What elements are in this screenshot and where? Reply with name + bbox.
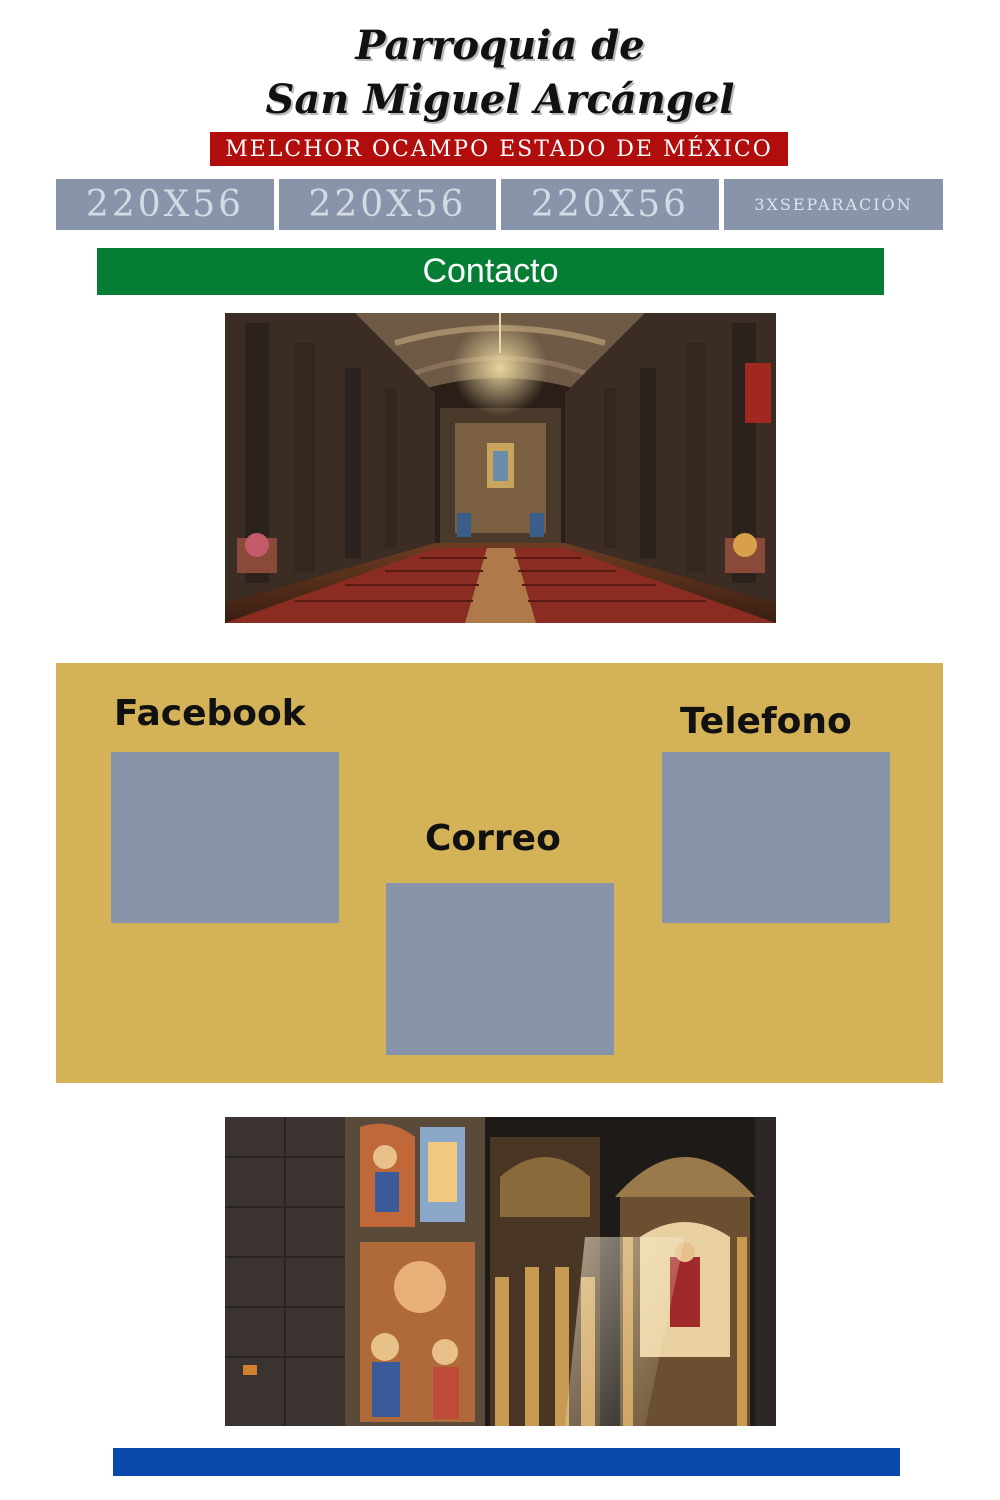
nav-button-4[interactable]: 3XSEPARACIÓN	[724, 179, 943, 230]
nav-button-2[interactable]: 220X56	[279, 179, 496, 230]
facebook-slot[interactable]	[111, 752, 339, 923]
correo-label: Correo	[425, 818, 561, 859]
telefono-label: Telefono	[680, 701, 852, 742]
nav-button-1[interactable]: 220X56	[56, 179, 274, 230]
nav-button-3[interactable]: 220X56	[501, 179, 719, 230]
footer-bar	[113, 1448, 900, 1476]
church-nave-photo	[225, 313, 776, 623]
page-title-line-1: Parroquia de	[355, 22, 645, 69]
location-subtitle: MELCHOR OCAMPO ESTADO DE MÉXICO	[210, 132, 788, 166]
contact-panel: Facebook Telefono Correo	[56, 663, 943, 1083]
correo-slot[interactable]	[386, 883, 614, 1055]
page-title-line-2: San Miguel Arcángel	[265, 76, 735, 123]
telefono-slot[interactable]	[662, 752, 890, 923]
facebook-label: Facebook	[114, 693, 306, 734]
church-altar-photo	[225, 1117, 776, 1426]
contact-heading-bar: Contacto	[97, 248, 884, 295]
